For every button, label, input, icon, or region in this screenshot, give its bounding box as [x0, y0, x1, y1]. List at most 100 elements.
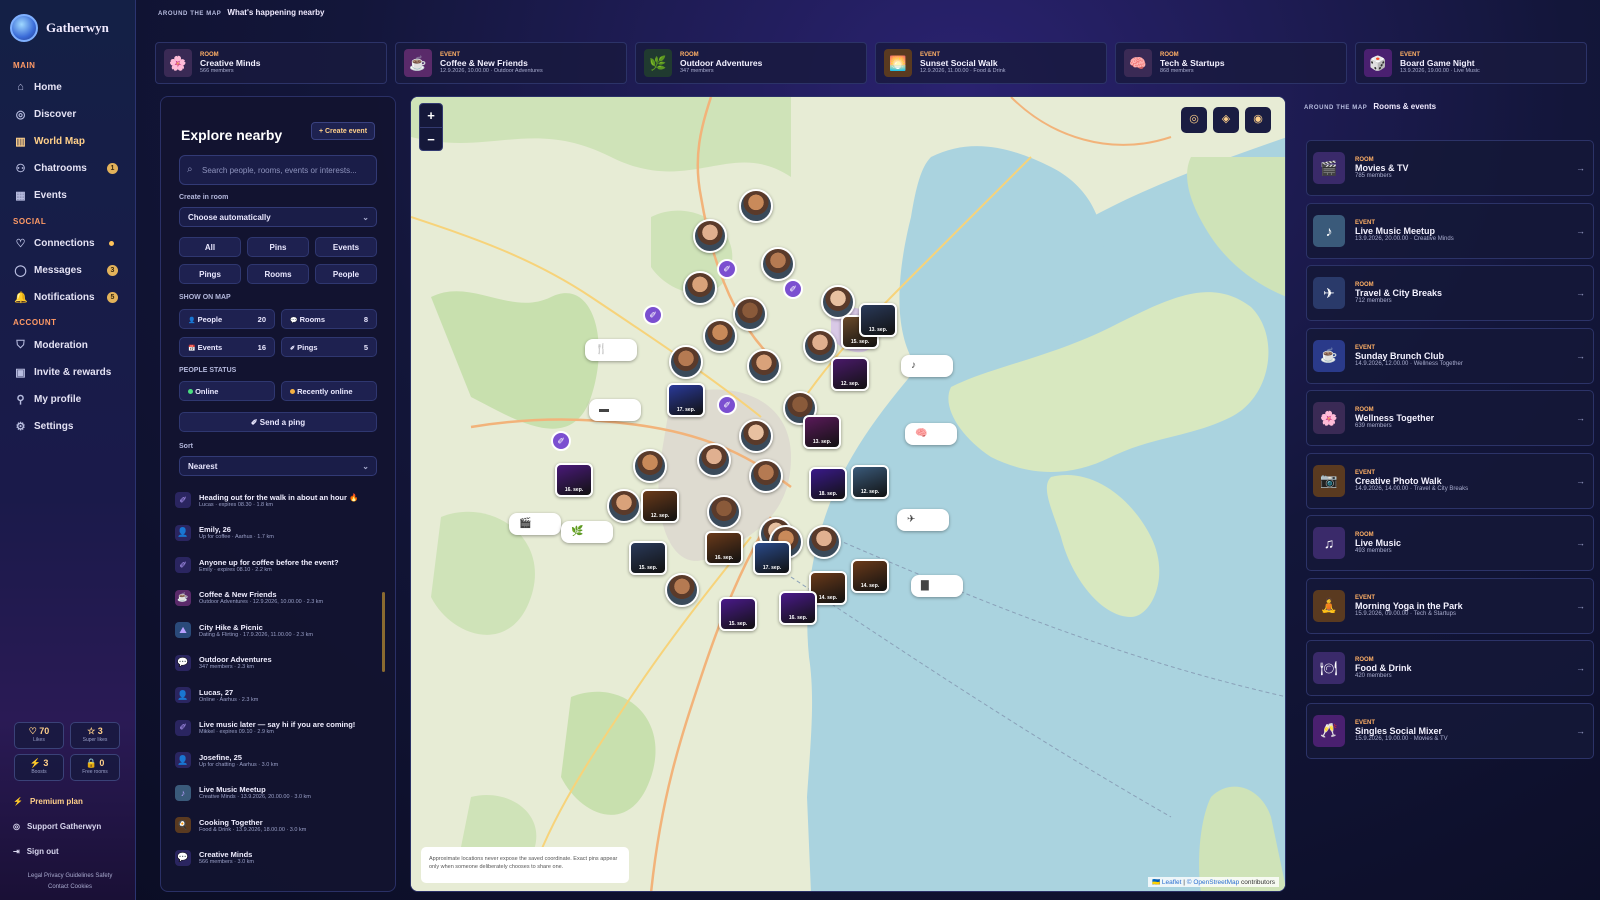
strip-card[interactable]: 🧠 ROOM Tech & Startups 868 members [1115, 42, 1347, 84]
toggle-people[interactable]: 👤 People 20 [179, 309, 275, 329]
room-event-card[interactable]: ♫ ROOM Live Music 493 members → [1306, 515, 1594, 571]
stat-super-likes[interactable]: ☆ 3 Super likes [70, 722, 120, 749]
event-marker[interactable]: 17. sep. [753, 541, 791, 575]
stat-likes[interactable]: ♡ 70 Likes [14, 722, 64, 749]
toggle-rooms[interactable]: 💬 Rooms 8 [281, 309, 377, 329]
filter-all[interactable]: All [179, 237, 241, 257]
status-online[interactable]: Online [179, 381, 275, 401]
ping-marker[interactable]: ♪ [901, 355, 953, 377]
event-marker[interactable]: 12. sep. [831, 357, 869, 391]
room-marker[interactable]: ✐ [717, 259, 737, 279]
event-marker[interactable]: 18. sep. [809, 467, 847, 501]
person-marker[interactable] [821, 285, 855, 319]
list-item[interactable]: 👤 Emily, 26 Up for coffee · Aarhus · 1.7 k… [175, 518, 383, 548]
world-map[interactable]: + − ◎ ◈ ◉ ✐ ✐ ✐ ✐ ✐ 17. sep. 16. sep. 12. sep. 1… [410, 96, 1286, 892]
person-marker[interactable] [739, 189, 773, 223]
nav-settings[interactable]: ⚙ Settings [8, 415, 128, 437]
toggle-pings[interactable]: ✐ Pings 5 [281, 337, 377, 357]
person-marker[interactable] [761, 247, 795, 281]
nav-connections[interactable]: ♡ Connections [8, 232, 128, 254]
person-marker[interactable] [807, 525, 841, 559]
ping-marker[interactable]: 🎬 [509, 513, 561, 535]
event-marker[interactable]: 16. sep. [705, 531, 743, 565]
list-item[interactable]: ✐ Anyone up for coffee before the event? E… [175, 550, 383, 580]
zoom-out-button[interactable]: − [420, 128, 442, 152]
person-marker[interactable] [733, 297, 767, 331]
event-marker[interactable]: 12. sep. [851, 465, 889, 499]
filter-people[interactable]: People [315, 264, 377, 284]
room-event-card[interactable]: ☕ EVENT Sunday Brunch Club 14.9.2026, 12.00… [1306, 327, 1594, 384]
layers-icon[interactable]: ◈ [1213, 107, 1239, 133]
list-item[interactable]: 🍳 Cooking Together Food & Drink · 13.9.202… [175, 810, 383, 840]
create-event-button[interactable]: + Create event [311, 122, 375, 140]
room-event-card[interactable]: 📷 EVENT Creative Photo Walk 14.9.2026, 14.0… [1306, 452, 1594, 509]
person-marker[interactable] [669, 345, 703, 379]
premium-link[interactable]: ⚡ Premium plan [13, 797, 83, 806]
list-item[interactable]: ✐ Heading out for the walk in about an ho… [175, 485, 383, 515]
person-marker[interactable] [697, 443, 731, 477]
list-item[interactable]: ♪ Live Music Meetup Creative Minds · 13.9.… [175, 778, 383, 808]
nav-world-map[interactable]: ▥ World Map [8, 130, 128, 152]
signout-link[interactable]: ⇥ Sign out [13, 847, 59, 856]
nav-messages[interactable]: ◯ Messages 3 [8, 259, 128, 281]
room-event-card[interactable]: ♪ EVENT Live Music Meetup 13.9.2026, 20.00.… [1306, 202, 1594, 259]
event-marker[interactable]: 13. sep. [859, 303, 897, 337]
room-marker[interactable]: ✐ [551, 431, 571, 451]
event-marker[interactable]: 14. sep. [851, 559, 889, 593]
list-item[interactable]: ✐ Live music later — say hi if you are co… [175, 713, 383, 743]
sort-select[interactable]: Nearest ⌄ [179, 456, 377, 476]
filter-pins[interactable]: Pins [247, 237, 309, 257]
person-marker[interactable] [747, 349, 781, 383]
ping-marker[interactable]: 🌿 [561, 521, 613, 543]
leaflet-link[interactable]: Leaflet [1162, 879, 1182, 886]
list-item[interactable]: ⛰ City Hike & Picnic Dating & Flirting · 1… [175, 615, 383, 645]
ping-marker[interactable]: 🍴 [585, 339, 637, 361]
toggle-events[interactable]: 📅 Events 16 [179, 337, 275, 357]
zoom-in-button[interactable]: + [420, 104, 442, 128]
nav-my-profile[interactable]: ⚲ My profile [8, 388, 128, 410]
person-marker[interactable] [739, 419, 773, 453]
style-icon[interactable]: ◉ [1245, 107, 1271, 133]
room-event-card[interactable]: 🎬 ROOM Movies & TV 785 members → [1306, 140, 1594, 196]
person-marker[interactable] [607, 489, 641, 523]
ping-marker[interactable]: ▇ [911, 575, 963, 597]
room-event-card[interactable]: 🧘 EVENT Morning Yoga in the Park 15.9.2026,… [1306, 577, 1594, 634]
nav-discover[interactable]: ◎ Discover [8, 103, 128, 125]
legal-links-2[interactable]: Contact Cookies [14, 882, 126, 893]
ping-marker[interactable]: ▬ [589, 399, 641, 421]
person-marker[interactable] [703, 319, 737, 353]
support-link[interactable]: ◎ Support Gatherwyn [13, 822, 101, 831]
list-item[interactable]: 👤 Josefine, 25 Up for chatting · Aarhus · … [175, 745, 383, 775]
person-marker[interactable] [633, 449, 667, 483]
person-marker[interactable] [665, 573, 699, 607]
room-event-card[interactable]: 🌸 ROOM Wellness Together 639 members → [1306, 390, 1594, 446]
stat-boosts[interactable]: ⚡ 3 Boosts [14, 754, 64, 781]
event-marker[interactable]: 16. sep. [555, 463, 593, 497]
event-marker[interactable]: 16. sep. [779, 591, 817, 625]
room-marker[interactable]: ✐ [717, 395, 737, 415]
legal-links[interactable]: Legal Privacy Guidelines Safety [14, 871, 126, 882]
event-marker[interactable]: 15. sep. [719, 597, 757, 631]
strip-card[interactable]: ☕ EVENT Coffee & New Friends 12.9.2026, 10.… [395, 42, 627, 84]
nav-notifications[interactable]: 🔔 Notifications 5 [8, 286, 128, 308]
event-marker[interactable]: 15. sep. [629, 541, 667, 575]
room-marker[interactable]: ✐ [643, 305, 663, 325]
search-input[interactable]: ⌕ Search people, rooms, events or intere… [179, 155, 377, 185]
stat-free-rooms[interactable]: 🔒 0 Free rooms [70, 754, 120, 781]
person-marker[interactable] [693, 219, 727, 253]
status-recently-online[interactable]: Recently online [281, 381, 377, 401]
room-event-card[interactable]: 🍽 ROOM Food & Drink 420 members → [1306, 640, 1594, 696]
nav-home[interactable]: ⌂ Home [8, 76, 128, 98]
ping-marker[interactable]: 🧠 [905, 423, 957, 445]
osm-link[interactable]: © OpenStreetMap [1187, 879, 1239, 886]
strip-card[interactable]: 🌸 ROOM Creative Minds 566 members [155, 42, 387, 84]
list-item[interactable]: 💬 Outdoor Adventures 347 members · 2.3 km [175, 648, 383, 678]
event-marker[interactable]: 17. sep. [667, 383, 705, 417]
ping-marker[interactable]: ✈ [897, 509, 949, 531]
send-ping-button[interactable]: ✐ Send a ping [179, 412, 377, 432]
list-item[interactable]: 👤 Lucas, 27 Online · Aarhus · 2.3 km [175, 680, 383, 710]
event-marker[interactable]: 13. sep. [803, 415, 841, 449]
event-marker[interactable]: 12. sep. [641, 489, 679, 523]
room-marker[interactable]: ✐ [783, 279, 803, 299]
list-item[interactable]: ☕ Coffee & New Friends Outdoor Adventures … [175, 583, 383, 613]
